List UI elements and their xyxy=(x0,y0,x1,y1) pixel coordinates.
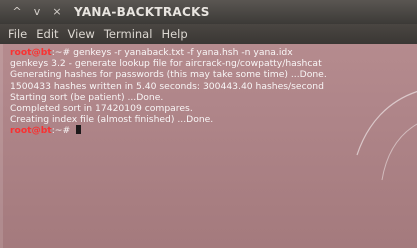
terminal-window: ^ v × YANA-BACKTRACKS File Edit View Ter… xyxy=(0,0,417,248)
maximize-icon[interactable]: v xyxy=(30,5,44,19)
terminal-line: 1500433 hashes written in 5.40 seconds: … xyxy=(10,81,411,92)
menu-help[interactable]: Help xyxy=(161,27,187,41)
output-text: Creating index file (almost finished) ..… xyxy=(10,114,214,126)
output-text: genkeys 3.2 - generate lookup file for a… xyxy=(10,58,322,70)
output-text: Completed sort in 17420109 compares. xyxy=(10,103,193,115)
menu-terminal[interactable]: Terminal xyxy=(104,27,153,41)
output-text: 1500433 hashes written in 5.40 seconds: … xyxy=(10,80,324,92)
window-title: YANA-BACKTRACKS xyxy=(74,5,210,19)
minimize-icon[interactable]: ^ xyxy=(10,5,24,19)
terminal-line: Generating hashes for passwords (this ma… xyxy=(10,69,411,80)
menu-edit[interactable]: Edit xyxy=(36,27,58,41)
terminal-line: root@bt:~# genkeys -r yanaback.txt -f ya… xyxy=(10,47,411,58)
title-bar[interactable]: ^ v × YANA-BACKTRACKS xyxy=(0,0,417,24)
terminal-line: root@bt:~# xyxy=(10,125,411,136)
terminal-line: genkeys 3.2 - generate lookup file for a… xyxy=(10,58,411,69)
terminal-line: Creating index file (almost finished) ..… xyxy=(10,114,411,125)
command-text: :~# xyxy=(51,125,74,137)
text-cursor xyxy=(76,125,82,135)
shell-prompt: root@bt xyxy=(10,125,52,137)
terminal-line: Completed sort in 17420109 compares. xyxy=(10,103,411,114)
terminal-line: Starting sort (be patient) ...Done. xyxy=(10,92,411,103)
close-icon[interactable]: × xyxy=(50,5,64,19)
output-text: Generating hashes for passwords (this ma… xyxy=(10,69,327,81)
menu-view[interactable]: View xyxy=(68,27,95,41)
shell-prompt: root@bt xyxy=(10,47,52,58)
command-text: :~# genkeys -r yanaback.txt -f yana.hsh … xyxy=(51,47,293,58)
menu-file[interactable]: File xyxy=(8,27,27,41)
output-text: Starting sort (be patient) ...Done. xyxy=(10,91,164,103)
terminal-output[interactable]: root@bt:~# genkeys -r yanaback.txt -f ya… xyxy=(0,44,417,248)
menu-bar: File Edit View Terminal Help xyxy=(0,24,417,44)
